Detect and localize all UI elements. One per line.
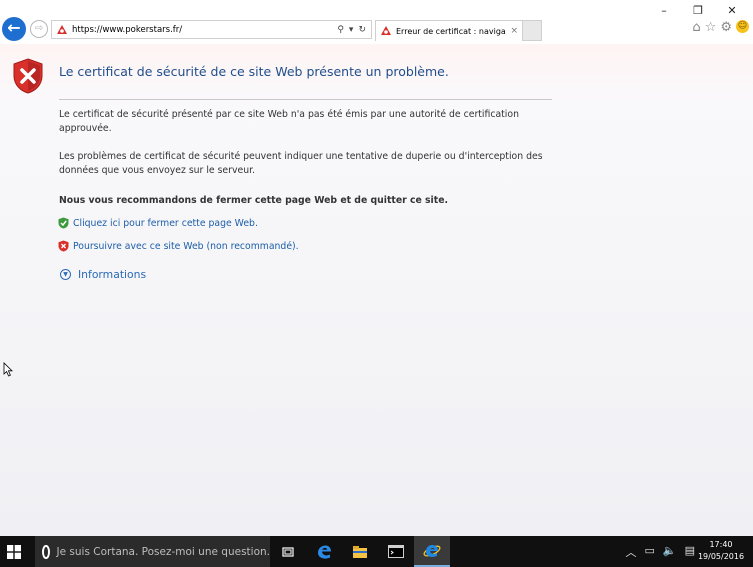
home-icon[interactable]: ⌂	[692, 20, 700, 35]
shield-error-small-icon	[58, 240, 69, 252]
chevron-down-icon[interactable]: ▾	[349, 25, 354, 35]
browser-tab[interactable]: Erreur de certificat : navigat... ×	[375, 20, 523, 41]
page-title: Le certificat de sécurité de ce site Web…	[59, 64, 449, 79]
url-text[interactable]: https://www.pokerstars.fr/	[72, 25, 337, 35]
task-view-button[interactable]	[270, 536, 306, 567]
browser-chrome: – ❐ ✕ ← ⇨ https://www.pokerstars.fr/ ⚲ ▾…	[0, 0, 753, 44]
windows-start-icon[interactable]	[7, 545, 21, 559]
taskbar: Je suis Cortana. Posez-moi une question.	[0, 536, 753, 567]
clock-date: 19/05/2016	[697, 552, 745, 561]
tray-chevron-up-icon[interactable]: ︿	[625, 544, 636, 560]
more-information-label[interactable]: Informations	[78, 268, 146, 281]
chevron-down-icon[interactable]: ▼	[60, 269, 71, 280]
tab-close-button[interactable]: ×	[506, 26, 522, 36]
file-explorer-taskbar-button[interactable]	[342, 536, 378, 567]
cortana-icon	[42, 544, 50, 559]
certificate-issue-text: Le certificat de sécurité présenté par c…	[59, 109, 519, 134]
shield-error-icon	[13, 58, 43, 94]
favorites-icon[interactable]: ☆	[705, 20, 717, 35]
window-controls: – ❐ ✕	[647, 4, 749, 18]
taskbar-clock[interactable]: 17:40 19/05/2016	[697, 539, 745, 563]
terminal-icon	[388, 545, 404, 558]
close-page-link[interactable]: Cliquez ici pour fermer cette page Web.	[73, 218, 258, 229]
edge-icon	[318, 545, 331, 559]
browser-toolbar: ⌂ ☆ ⚙ ☺	[692, 20, 749, 35]
address-bar[interactable]: https://www.pokerstars.fr/ ⚲ ▾ ↻	[51, 20, 372, 39]
tab-title: Erreur de certificat : navigat...	[396, 26, 507, 36]
site-favicon-icon	[57, 24, 67, 34]
error-page: Le certificat de sécurité de ce site Web…	[0, 44, 753, 536]
cortana-search-box[interactable]: Je suis Cortana. Posez-moi une question.	[35, 536, 270, 567]
tab-favicon-icon	[381, 26, 391, 35]
edge-taskbar-button[interactable]	[306, 536, 342, 567]
feedback-icon[interactable]: ☺	[736, 20, 749, 33]
restore-button[interactable]: ❐	[681, 4, 715, 18]
recommendation-text: Nous vous recommandons de fermer cette p…	[59, 195, 449, 206]
folder-icon	[353, 545, 367, 558]
address-tools: ⚲ ▾ ↻	[337, 25, 371, 35]
continue-site-link[interactable]: Poursuivre avec ce site Web (non recomma…	[73, 241, 299, 252]
search-icon[interactable]: ⚲	[337, 25, 344, 35]
close-page-row[interactable]: Cliquez ici pour fermer cette page Web.	[58, 217, 258, 229]
back-button[interactable]: ←	[2, 17, 26, 41]
more-information-toggle[interactable]: ▼ Informations	[60, 268, 146, 281]
volume-muted-icon[interactable]: 🔈	[663, 544, 677, 560]
certificate-warning-text: Les problèmes de certificat de sécurité …	[59, 151, 543, 176]
close-window-button[interactable]: ✕	[715, 4, 749, 18]
new-tab-button[interactable]	[523, 20, 542, 41]
minimize-button[interactable]: –	[647, 4, 681, 18]
forward-button[interactable]: ⇨	[30, 20, 48, 38]
internet-explorer-taskbar-button[interactable]	[414, 536, 450, 567]
shield-ok-icon	[58, 217, 69, 229]
internet-explorer-icon	[423, 544, 441, 557]
continue-site-row[interactable]: Poursuivre avec ce site Web (non recomma…	[58, 240, 299, 252]
system-tray: ︿ ▭ 🔈 ▤	[625, 544, 695, 560]
action-center-icon[interactable]: ▤	[685, 544, 695, 560]
network-icon[interactable]: ▭	[644, 544, 654, 560]
settings-icon[interactable]: ⚙	[720, 20, 732, 35]
refresh-icon[interactable]: ↻	[358, 25, 366, 35]
clock-time: 17:40	[709, 540, 733, 549]
mouse-cursor-icon	[3, 362, 13, 377]
cortana-placeholder[interactable]: Je suis Cortana. Posez-moi une question.	[57, 546, 270, 558]
divider	[59, 99, 552, 100]
console-taskbar-button[interactable]	[378, 536, 414, 567]
task-view-icon	[282, 546, 294, 557]
